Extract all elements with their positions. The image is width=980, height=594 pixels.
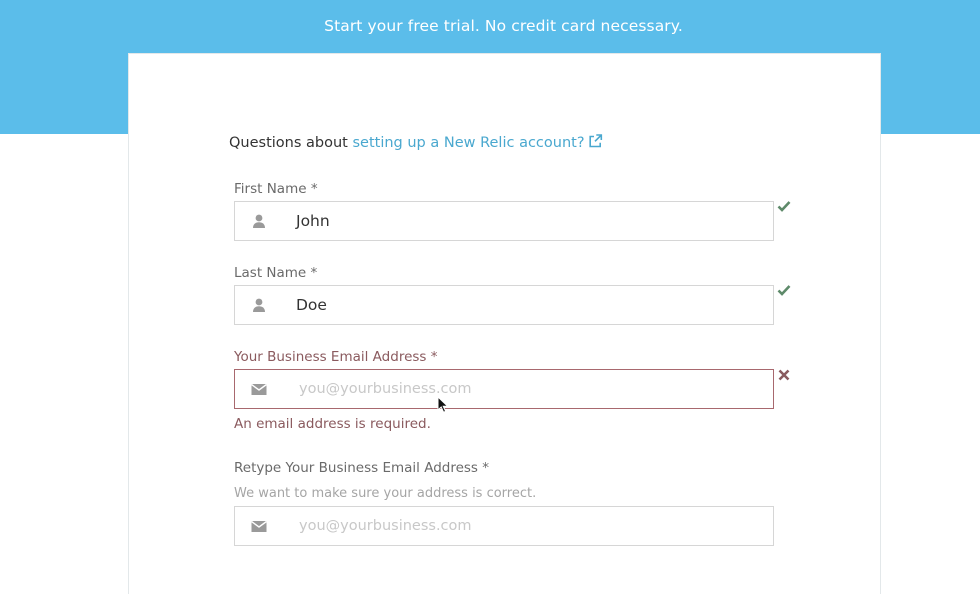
last-name-field[interactable]: Doe [234,285,774,325]
email-label: Your Business Email Address * [234,349,438,365]
email-confirm-field[interactable] [234,506,774,546]
email-confirm-label: Retype Your Business Email Address * [234,460,490,476]
user-icon [251,213,267,229]
external-link-icon [588,134,603,152]
first-name-label: First Name * [234,181,318,197]
banner-text: Start your free trial. No credit card ne… [324,17,683,35]
account-setup-link-text: setting up a New Relic account? [352,135,585,151]
account-setup-link[interactable]: setting up a New Relic account? [352,134,603,152]
intro-prefix: Questions about [229,135,353,151]
last-name-label: Last Name * [234,265,318,281]
first-name-value[interactable]: John [296,202,330,240]
cross-icon [777,367,791,381]
email-field[interactable] [234,369,774,409]
envelope-icon [251,518,267,534]
envelope-icon [251,381,267,397]
user-icon [251,297,267,313]
email-confirm-input[interactable] [299,507,759,545]
email-error-message: An email address is required. [234,416,431,432]
email-confirm-hint: We want to make sure your address is cor… [234,486,537,501]
mouse-cursor-icon [437,395,449,414]
check-icon [777,282,791,296]
email-input[interactable] [299,370,759,408]
intro-text: Questions about setting up a New Relic a… [229,134,603,152]
first-name-field[interactable]: John [234,201,774,241]
last-name-value[interactable]: Doe [296,286,327,324]
check-icon [777,198,791,212]
